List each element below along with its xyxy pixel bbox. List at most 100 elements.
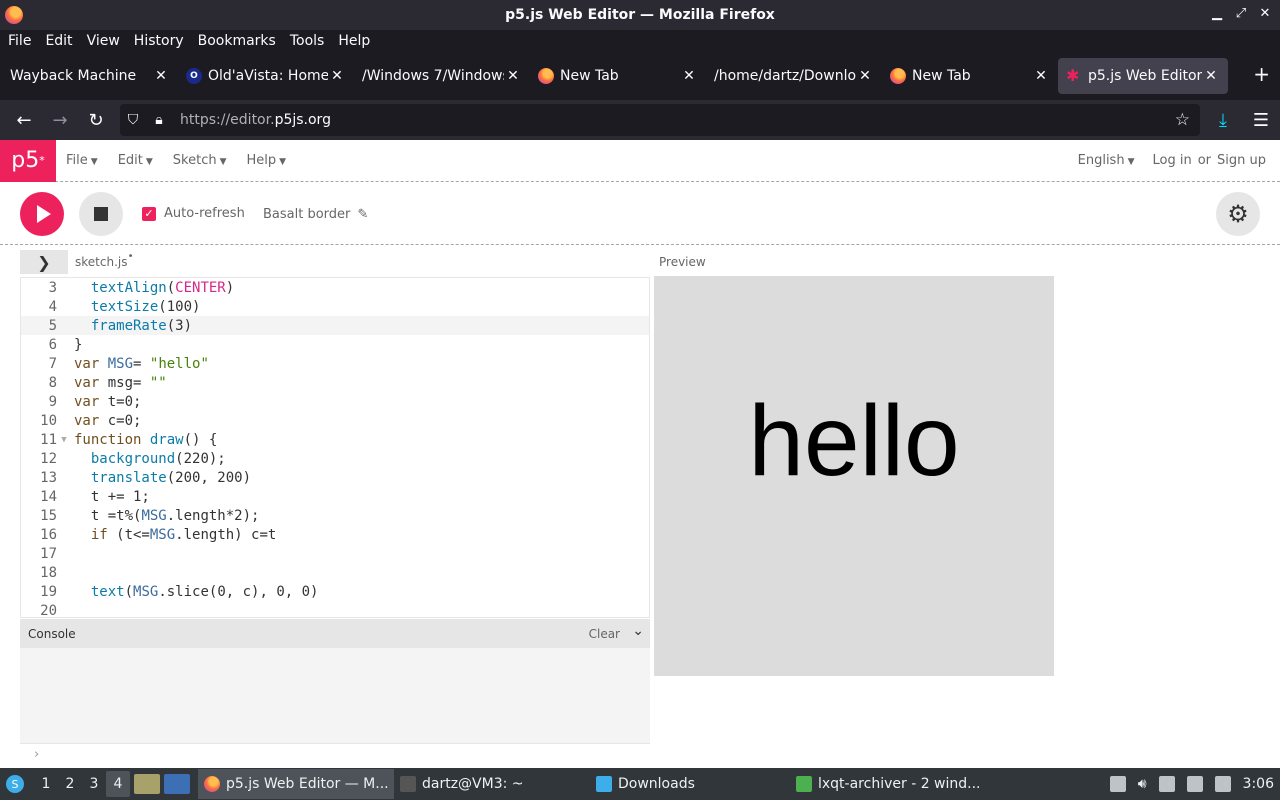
file-tab[interactable]: sketch.js •: [75, 251, 133, 269]
p5-menu-edit[interactable]: Edit ▼: [118, 153, 153, 168]
maximize-icon[interactable]: ⤢: [1234, 6, 1248, 21]
tab-oldavista[interactable]: O Old'aVista: Home ✕: [178, 58, 354, 94]
menu-tools[interactable]: Tools: [290, 33, 325, 49]
task-terminal[interactable]: dartz@VM3: ~: [394, 769, 590, 799]
autorefresh-toggle[interactable]: ✓ Auto-refresh: [142, 206, 245, 221]
tab-downloads-path[interactable]: /home/dartz/Downloa ✕: [706, 58, 882, 94]
code-line[interactable]: 13 translate(200, 200): [21, 468, 649, 487]
clock[interactable]: 3:06: [1243, 776, 1274, 792]
p5-menu-file[interactable]: File ▼: [66, 153, 98, 168]
reload-icon[interactable]: ↻: [78, 104, 114, 136]
url-bar[interactable]: ⛉ 🔒︎ https://editor.p5js.org ☆: [120, 104, 1200, 136]
code-line[interactable]: 3 textAlign(CENTER): [21, 278, 649, 297]
minimize-icon[interactable]: ▁: [1210, 6, 1224, 21]
tab-wayback[interactable]: Wayback Machine ✕: [2, 58, 178, 94]
code-line[interactable]: 18: [21, 563, 649, 582]
start-menu-icon[interactable]: S: [0, 775, 30, 793]
desktop-4[interactable]: 4: [106, 771, 130, 797]
tab-windows7[interactable]: /Windows 7/Windows ✕: [354, 58, 530, 94]
code-line[interactable]: 14 t += 1;: [21, 487, 649, 506]
task-firefox[interactable]: p5.js Web Editor — M...: [198, 769, 394, 799]
expand-sidebar-chevron-icon[interactable]: ❯: [20, 250, 68, 274]
code-line[interactable]: 11 ▼ function draw() {: [21, 430, 649, 449]
console-input[interactable]: ›: [20, 743, 650, 768]
menu-history[interactable]: History: [134, 33, 184, 49]
p5-logo[interactable]: p5 *: [0, 139, 56, 182]
code-line[interactable]: 19 text(MSG.slice(0, c), 0, 0): [21, 582, 649, 601]
pencil-icon[interactable]: ✎: [358, 207, 369, 222]
line-number: 3: [48, 279, 57, 296]
console-clear-button[interactable]: Clear: [589, 627, 620, 641]
network-icon[interactable]: [1214, 776, 1231, 792]
play-button[interactable]: [20, 192, 64, 236]
close-window-icon[interactable]: ✕: [1258, 6, 1272, 21]
show-desktop-icon[interactable]: [164, 774, 190, 794]
tab-close-icon[interactable]: ✕: [328, 68, 346, 84]
code-line[interactable]: 6}: [21, 335, 649, 354]
menu-bookmarks[interactable]: Bookmarks: [198, 33, 276, 49]
tab-newtab-2[interactable]: New Tab ✕: [882, 58, 1058, 94]
new-tab-plus-icon[interactable]: +: [1253, 62, 1270, 86]
fold-triangle-icon[interactable]: ▼: [57, 435, 71, 445]
back-arrow-icon[interactable]: ←: [6, 104, 42, 136]
code-line-current[interactable]: 5 frameRate(3): [21, 316, 649, 335]
code-line[interactable]: 12 background(220);: [21, 449, 649, 468]
tab-close-icon[interactable]: ✕: [152, 68, 170, 84]
shield-icon[interactable]: ⛉: [120, 112, 146, 128]
tab-newtab-1[interactable]: New Tab ✕: [530, 58, 706, 94]
menu-file[interactable]: File: [8, 33, 31, 49]
code-line[interactable]: 16 if (t<=MSG.length) c=t: [21, 525, 649, 544]
preview-canvas[interactable]: hello: [654, 276, 1054, 676]
hamburger-menu-icon[interactable]: ☰: [1242, 104, 1280, 136]
tab-close-icon[interactable]: ✕: [856, 68, 874, 84]
bookmark-star-icon[interactable]: ☆: [1175, 110, 1190, 130]
line-number: 6: [48, 336, 57, 353]
volume-icon[interactable]: 🔊︎: [1138, 776, 1147, 792]
download-icon[interactable]: ⤓: [1204, 104, 1242, 136]
code-editor[interactable]: 3 textAlign(CENTER) 4 textSize(100) 5 fr…: [20, 277, 650, 618]
file-manager-launcher-icon[interactable]: [134, 774, 160, 794]
desktop-1[interactable]: 1: [34, 771, 58, 797]
autorefresh-checkbox[interactable]: ✓: [142, 206, 156, 221]
p5-menu-help[interactable]: Help ▼: [247, 153, 287, 168]
login-link[interactable]: Log in: [1153, 153, 1192, 168]
tab-close-icon[interactable]: ✕: [504, 68, 522, 84]
tab-p5js-editor[interactable]: ✱ p5.js Web Editor ✕: [1058, 58, 1228, 94]
console-output: [20, 648, 650, 743]
language-select[interactable]: English ▼: [1078, 153, 1135, 168]
task-archiver[interactable]: lxqt-archiver - 2 wind...: [790, 769, 990, 799]
stop-button[interactable]: [79, 192, 123, 236]
update-icon[interactable]: [1186, 776, 1203, 792]
lock-icon[interactable]: 🔒︎: [146, 112, 172, 128]
code-line[interactable]: 17: [21, 544, 649, 563]
signup-link[interactable]: Sign up: [1217, 153, 1266, 168]
code-line[interactable]: 4 textSize(100): [21, 297, 649, 316]
code-text: text(MSG.slice(0, c), 0, 0): [90, 583, 319, 600]
menu-help[interactable]: Help: [338, 33, 370, 49]
code-line[interactable]: 8 var msg= "": [21, 373, 649, 392]
forward-arrow-icon[interactable]: →: [42, 104, 78, 136]
desktop-3[interactable]: 3: [82, 771, 106, 797]
sketch-name[interactable]: Basalt border ✎: [263, 207, 368, 222]
desktop-2[interactable]: 2: [58, 771, 82, 797]
code-line[interactable]: 10 var c=0;: [21, 411, 649, 430]
code-line[interactable]: 9 var t=0;: [21, 392, 649, 411]
tab-close-icon[interactable]: ✕: [680, 68, 698, 84]
code-line[interactable]: 7 var MSG= "hello": [21, 354, 649, 373]
settings-gear-icon[interactable]: ⚙: [1216, 192, 1260, 236]
caret-down-icon: ▼: [90, 157, 98, 167]
clipboard-icon[interactable]: [1109, 776, 1126, 792]
files-icon[interactable]: [1158, 776, 1175, 792]
line-number: 15: [40, 507, 57, 524]
tab-close-icon[interactable]: ✕: [1032, 68, 1050, 84]
menu-view[interactable]: View: [87, 33, 120, 49]
p5-menu-sketch[interactable]: Sketch ▼: [173, 153, 227, 168]
sketch-name-text: Basalt border: [263, 207, 351, 222]
code-line[interactable]: 20: [21, 601, 649, 618]
tab-close-icon[interactable]: ✕: [1202, 68, 1220, 84]
chevron-down-icon[interactable]: ⌄: [632, 623, 644, 639]
task-downloads[interactable]: Downloads: [590, 769, 790, 799]
code-line[interactable]: 15 t =t%(MSG.length*2);: [21, 506, 649, 525]
menu-edit[interactable]: Edit: [45, 33, 72, 49]
url-text[interactable]: https://editor.p5js.org: [180, 112, 331, 128]
